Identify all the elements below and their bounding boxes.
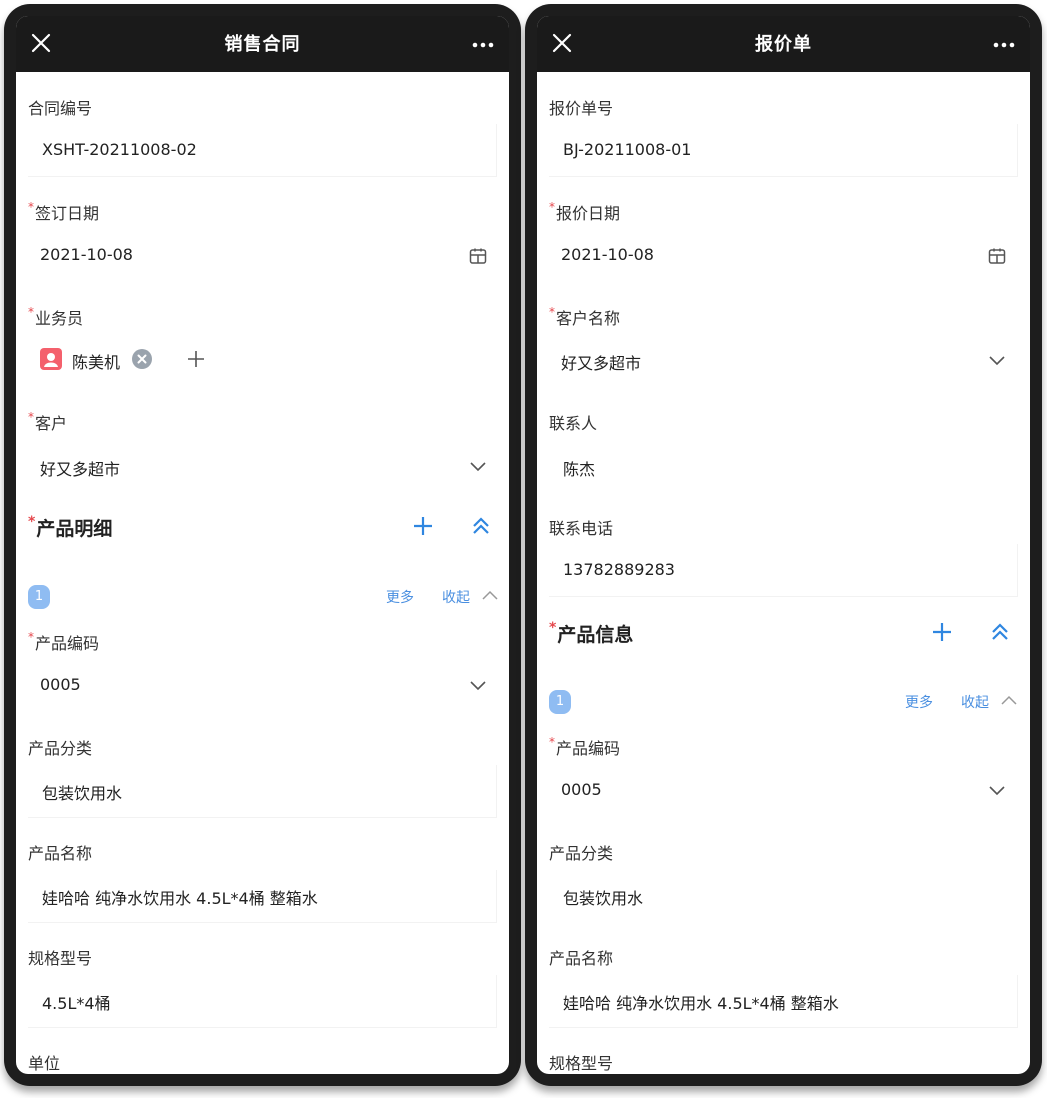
required-mark: * (28, 200, 34, 214)
chevron-down-icon[interactable] (987, 353, 1007, 367)
quote-date-value[interactable]: 2021-10-08 (561, 245, 654, 264)
more-link[interactable]: 更多 (386, 587, 414, 607)
product-code-label: *产品编码 (549, 735, 621, 758)
double-chevron-up-icon[interactable] (470, 515, 492, 537)
double-chevron-up-icon[interactable] (989, 621, 1011, 643)
unit-label: 单位 (28, 1054, 61, 1073)
calendar-icon[interactable] (468, 246, 488, 266)
required-mark: * (549, 735, 555, 749)
required-mark: * (28, 514, 36, 530)
sign-date-label: *签订日期 (28, 200, 100, 223)
required-mark: * (28, 630, 34, 644)
required-mark: * (549, 620, 557, 636)
contract-no-value: XSHT-20211008-02 (42, 140, 197, 159)
product-category-label: 产品分类 (28, 739, 93, 758)
quotation-screen: 报价单 报价单号 BJ-20211008-01 *报价日期 2021-10-08… (537, 16, 1030, 1074)
customer-name-label: *客户名称 (549, 305, 621, 328)
more-dots-icon[interactable] (463, 28, 503, 58)
phone-value: 13782889283 (563, 560, 675, 579)
page-title: 销售合同 (224, 34, 301, 55)
quote-date-label: *报价日期 (549, 200, 621, 223)
page-title: 报价单 (755, 34, 812, 55)
more-link[interactable]: 更多 (905, 692, 933, 712)
avatar-icon (40, 348, 62, 370)
quote-no-label: 报价单号 (549, 99, 614, 118)
customer-value[interactable]: 好又多超市 (40, 456, 120, 480)
required-mark: * (549, 305, 555, 319)
spec-value: 4.5L*4桶 (42, 994, 111, 1013)
form-content: 合同编号 XSHT-20211008-02 *签订日期 2021-10-08 *… (16, 72, 509, 1074)
product-detail-section-title: *产品明细 (28, 514, 113, 540)
sales-contract-screen: 销售合同 合同编号 XSHT-20211008-02 *签订日期 2021-10… (16, 16, 509, 1074)
add-product-plus-icon[interactable] (931, 621, 953, 643)
calendar-icon[interactable] (987, 246, 1007, 266)
product-code-value[interactable]: 0005 (561, 780, 602, 799)
chevron-down-icon[interactable] (468, 459, 488, 473)
required-mark: * (28, 410, 34, 424)
product-code-value[interactable]: 0005 (40, 675, 81, 694)
chevron-down-icon[interactable] (987, 783, 1007, 797)
product-category-value: 包装饮用水 (42, 784, 123, 803)
contract-no-label: 合同编号 (28, 99, 93, 118)
sign-date-value[interactable]: 2021-10-08 (40, 245, 133, 264)
product-category-label: 产品分类 (549, 844, 614, 863)
product-name-label: 产品名称 (549, 949, 614, 968)
salesman-label: *业务员 (28, 305, 84, 328)
left-phone-frame: 销售合同 合同编号 XSHT-20211008-02 *签订日期 2021-10… (4, 4, 521, 1086)
collapse-link[interactable]: 收起 (961, 692, 989, 712)
add-product-plus-icon[interactable] (412, 515, 434, 537)
spec-label: 规格型号 (549, 1054, 614, 1073)
required-mark: * (28, 305, 34, 319)
customer-label: *客户 (28, 410, 68, 433)
phone-label: 联系电话 (549, 519, 614, 538)
spec-label: 规格型号 (28, 949, 93, 968)
collapse-link[interactable]: 收起 (442, 587, 470, 607)
product-name-value: 娃哈哈 纯净水饮用水 4.5L*4桶 整箱水 (563, 994, 839, 1013)
item-index-badge: 1 (28, 585, 50, 609)
salesman-name: 陈美机 (72, 353, 121, 372)
product-name-label: 产品名称 (28, 844, 93, 863)
chevron-down-icon[interactable] (468, 678, 488, 692)
header-bar: 销售合同 (16, 16, 509, 72)
clear-icon[interactable] (132, 349, 152, 369)
chevron-up-icon[interactable] (999, 693, 1019, 707)
more-dots-icon[interactable] (984, 28, 1024, 58)
product-category-value[interactable]: 包装饮用水 (563, 885, 643, 909)
contact-label: 联系人 (549, 414, 598, 433)
contact-value[interactable]: 陈杰 (563, 456, 595, 480)
chevron-up-icon[interactable] (480, 588, 500, 602)
quote-no-value: BJ-20211008-01 (563, 140, 692, 159)
right-phone-frame: 报价单 报价单号 BJ-20211008-01 *报价日期 2021-10-08… (525, 4, 1042, 1086)
header-bar: 报价单 (537, 16, 1030, 72)
product-info-section-title: *产品信息 (549, 620, 634, 646)
item-index-badge: 1 (549, 690, 571, 714)
customer-name-value[interactable]: 好又多超市 (561, 350, 641, 374)
product-code-label: *产品编码 (28, 630, 100, 653)
required-mark: * (549, 200, 555, 214)
form-content: 报价单号 BJ-20211008-01 *报价日期 2021-10-08 *客户… (537, 72, 1030, 1074)
add-member-plus-icon[interactable] (186, 349, 206, 369)
product-name-value: 娃哈哈 纯净水饮用水 4.5L*4桶 整箱水 (42, 889, 318, 908)
